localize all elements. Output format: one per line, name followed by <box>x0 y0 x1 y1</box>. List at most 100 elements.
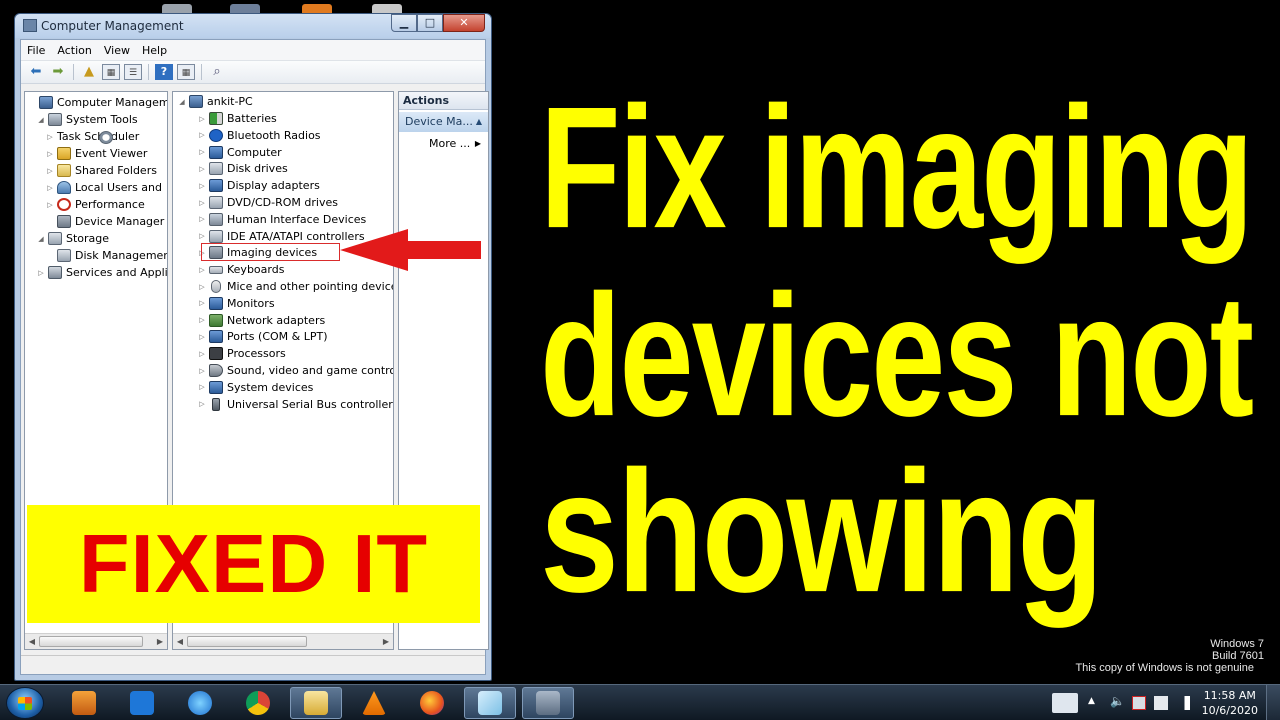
taskbar-clock[interactable]: 11:58 AM 10/6/2020 <box>1202 688 1258 718</box>
expand-arrow-icon[interactable]: ▷ <box>197 383 207 391</box>
expand-arrow-icon[interactable]: ◢ <box>36 235 46 243</box>
taskbar-firefox[interactable] <box>406 687 458 719</box>
actions-more[interactable]: More ... ▶ <box>399 135 488 153</box>
scroll-left-arrow-icon[interactable]: ◀ <box>173 637 187 646</box>
left-horizontal-scrollbar[interactable]: ◀ ▶ <box>25 633 167 649</box>
menu-action[interactable]: Action <box>57 44 91 57</box>
show-desktop-button[interactable] <box>1266 685 1280 720</box>
tree-item-storage[interactable]: ◢ Storage <box>36 230 109 247</box>
taskbar-media-player[interactable] <box>58 687 110 719</box>
mid-horizontal-scrollbar[interactable]: ◀ ▶ <box>173 633 393 649</box>
tree-item-device-manager[interactable]: Device Manager <box>45 213 164 230</box>
device-category-ports-com-lpt[interactable]: ▷ Ports (COM & LPT) <box>197 328 328 345</box>
device-category-system-devices[interactable]: ▷ System devices <box>197 379 313 396</box>
device-category-batteries[interactable]: ▷ Batteries <box>197 110 277 127</box>
taskbar-screen-capture[interactable] <box>116 687 168 719</box>
show-hide-tree-icon[interactable]: ▦ <box>102 64 120 80</box>
volume-icon[interactable]: 🔈 <box>1110 694 1125 708</box>
expand-arrow-icon[interactable]: ▷ <box>45 184 55 192</box>
taskbar-internet-explorer[interactable] <box>174 687 226 719</box>
taskbar-computer-management[interactable] <box>522 687 574 719</box>
network-signal-icon[interactable] <box>1176 696 1190 710</box>
title-bar[interactable]: Computer Management ▁ □ ✕ <box>15 14 491 38</box>
show-hidden-icons-icon[interactable]: ▲ <box>1088 696 1102 710</box>
scroll-left-arrow-icon[interactable]: ◀ <box>25 637 39 646</box>
maximize-button[interactable]: □ <box>417 14 443 32</box>
scroll-right-arrow-icon[interactable]: ▶ <box>379 637 393 646</box>
taskbar-file-explorer[interactable] <box>290 687 342 719</box>
scroll-thumb[interactable] <box>187 636 307 647</box>
battery-icon <box>209 112 223 125</box>
expand-arrow-icon[interactable]: ▷ <box>197 131 207 139</box>
tree-item-task-scheduler[interactable]: ▷ Task Scheduler <box>45 128 139 145</box>
scroll-right-arrow-icon[interactable]: ▶ <box>153 637 167 646</box>
tree-item-system-tools[interactable]: ◢ System Tools <box>36 111 138 128</box>
security-icon[interactable] <box>1154 696 1168 710</box>
expand-arrow-icon[interactable]: ▷ <box>197 115 207 123</box>
device-category-universal-serial-bus-controllers[interactable]: ▷ Universal Serial Bus controllers <box>197 396 393 413</box>
device-category-computer[interactable]: ▷ Computer <box>197 144 282 161</box>
device-category-keyboards[interactable]: ▷ Keyboards <box>197 261 284 278</box>
taskbar-vlc[interactable] <box>348 687 400 719</box>
expand-arrow-icon[interactable]: ▷ <box>45 133 55 141</box>
device-category-mice-and-other-pointing-devices[interactable]: ▷ Mice and other pointing devices <box>197 278 393 295</box>
expand-arrow-icon[interactable]: ▷ <box>45 167 55 175</box>
menu-view[interactable]: View <box>104 44 130 57</box>
help-icon[interactable]: ? <box>155 64 173 80</box>
pen-input-icon[interactable] <box>1052 693 1078 713</box>
taskbar-notepad[interactable] <box>464 687 516 719</box>
show-action-pane-icon[interactable]: ▦ <box>177 64 195 80</box>
device-tree-root[interactable]: ◢ ankit-PC <box>177 93 253 110</box>
device-category-sound-video-and-game-controlle[interactable]: ▷ Sound, video and game controlle <box>197 362 393 379</box>
expand-arrow-icon[interactable]: ▷ <box>197 350 207 358</box>
up-folder-icon[interactable]: ▲ <box>80 64 98 80</box>
menu-file[interactable]: File <box>27 44 45 57</box>
expand-arrow-icon[interactable]: ▷ <box>45 201 55 209</box>
tree-item-computer-management[interactable]: Computer Management <box>27 94 167 111</box>
forward-arrow-icon[interactable]: ➡ <box>49 64 67 80</box>
collapse-arrow-icon[interactable]: ◢ <box>177 98 187 106</box>
actions-device-manager[interactable]: Device Ma... ▲ <box>399 112 488 132</box>
start-button[interactable] <box>6 687 44 719</box>
device-category-display-adapters[interactable]: ▷ Display adapters <box>197 177 320 194</box>
expand-arrow-icon[interactable]: ▷ <box>197 316 207 324</box>
expand-arrow-icon[interactable]: ▷ <box>197 400 207 408</box>
expand-arrow-icon[interactable]: ▷ <box>197 165 207 173</box>
expand-arrow-icon[interactable]: ▷ <box>197 367 207 375</box>
device-category-monitors[interactable]: ▷ Monitors <box>197 295 275 312</box>
action-center-icon[interactable] <box>1132 696 1146 710</box>
device-category-network-adapters[interactable]: ▷ Network adapters <box>197 312 325 329</box>
scan-hardware-icon[interactable]: ⌕ <box>208 64 226 80</box>
tree-item-local-users-and[interactable]: ▷ Local Users and <box>45 179 162 196</box>
expand-arrow-icon[interactable]: ▷ <box>197 299 207 307</box>
expand-arrow-icon[interactable]: ▷ <box>197 232 207 240</box>
tree-item-performance[interactable]: ▷ Performance <box>45 196 145 213</box>
taskbar-chrome[interactable] <box>232 687 284 719</box>
tree-item-disk-managemen[interactable]: Disk Managemen <box>45 247 167 264</box>
expand-arrow-icon[interactable]: ▷ <box>197 199 207 207</box>
tree-item-shared-folders[interactable]: ▷ Shared Folders <box>45 162 157 179</box>
device-category-bluetooth-radios[interactable]: ▷ Bluetooth Radios <box>197 127 321 144</box>
close-button[interactable]: ✕ <box>443 14 485 32</box>
minimize-button[interactable]: ▁ <box>391 14 417 32</box>
device-category-dvd-cd-rom-drives[interactable]: ▷ DVD/CD-ROM drives <box>197 194 338 211</box>
tree-item-services-and-applica[interactable]: ▷ Services and Applica <box>36 264 167 281</box>
expand-arrow-icon[interactable]: ▷ <box>197 283 207 291</box>
expand-arrow-icon[interactable]: ▷ <box>45 150 55 158</box>
expand-arrow-icon[interactable]: ▷ <box>197 148 207 156</box>
expand-arrow-icon[interactable]: ▷ <box>197 215 207 223</box>
expand-arrow-icon[interactable]: ◢ <box>36 116 46 124</box>
device-category-human-interface-devices[interactable]: ▷ Human Interface Devices <box>197 211 366 228</box>
back-arrow-icon[interactable]: ⬅ <box>27 64 45 80</box>
collapse-up-icon[interactable]: ▲ <box>476 112 482 132</box>
device-category-disk-drives[interactable]: ▷ Disk drives <box>197 160 288 177</box>
menu-help[interactable]: Help <box>142 44 167 57</box>
properties-icon[interactable]: ☰ <box>124 64 142 80</box>
expand-arrow-icon[interactable]: ▷ <box>36 269 46 277</box>
tree-item-event-viewer[interactable]: ▷ Event Viewer <box>45 145 147 162</box>
expand-arrow-icon[interactable]: ▷ <box>197 333 207 341</box>
expand-arrow-icon[interactable]: ▷ <box>197 266 207 274</box>
scroll-thumb[interactable] <box>39 636 143 647</box>
device-category-processors[interactable]: ▷ Processors <box>197 345 286 362</box>
expand-arrow-icon[interactable]: ▷ <box>197 182 207 190</box>
